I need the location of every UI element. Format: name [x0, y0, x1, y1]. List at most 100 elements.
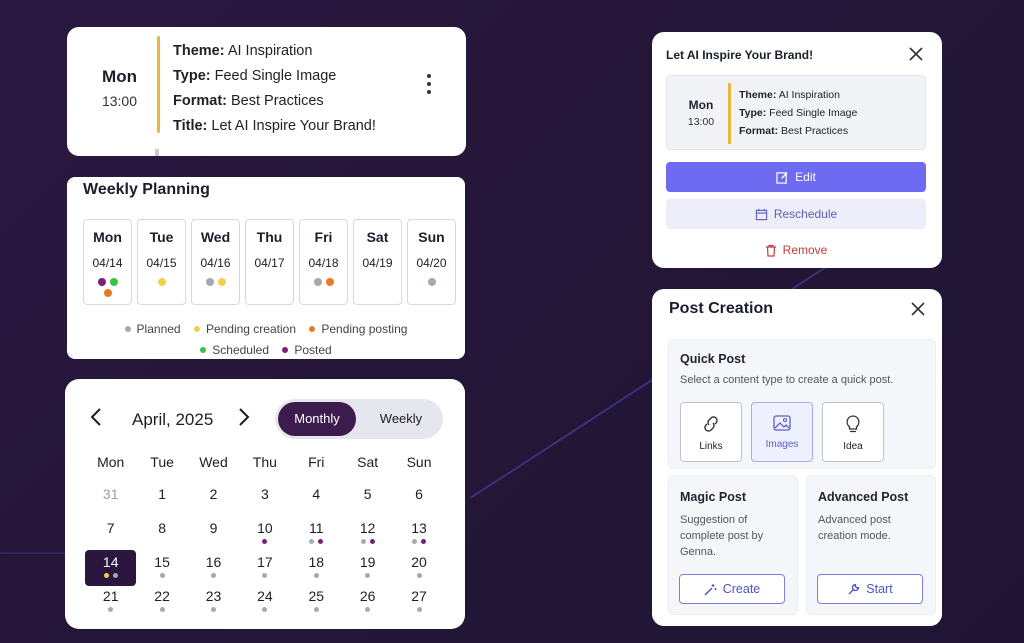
- legend-posted: Posted: [282, 340, 332, 359]
- chevron-right-icon[interactable]: [237, 407, 251, 427]
- advanced-post-title: Advanced Post: [818, 490, 909, 504]
- status-dot: [416, 607, 422, 612]
- legend-label: Planned: [136, 322, 181, 336]
- theme-value: AI Inspiration: [778, 89, 840, 101]
- calendar-day[interactable]: 5: [342, 481, 393, 515]
- calendar-day[interactable]: 19: [342, 549, 393, 583]
- view-weekly-button[interactable]: Weekly: [363, 402, 439, 436]
- calendar-day[interactable]: 17: [239, 549, 290, 583]
- posted-dot: [282, 347, 289, 353]
- day-number: 17: [257, 554, 273, 570]
- status-dots: [417, 278, 447, 286]
- post-creation-panel: Post Creation Quick Post Select a conten…: [652, 289, 942, 626]
- calendar-day[interactable]: 26: [342, 583, 393, 617]
- advanced-post-description: Advanced post creation mode.: [818, 514, 891, 542]
- images-option[interactable]: Images: [751, 402, 813, 462]
- calendar-day[interactable]: 25: [291, 583, 342, 617]
- reschedule-button[interactable]: Reschedule: [666, 199, 926, 229]
- day-number: 22: [154, 588, 170, 604]
- calendar-day[interactable]: 11: [291, 515, 342, 549]
- links-label: Links: [699, 441, 723, 452]
- weekday-card[interactable]: Mon 04/14: [83, 219, 132, 305]
- status-dot: [103, 289, 112, 297]
- calendar-day[interactable]: 9: [188, 515, 239, 549]
- weekday-card[interactable]: Sat 04/19: [353, 219, 402, 305]
- calendar-day[interactable]: 6: [393, 481, 444, 515]
- dialog-time: 13:00: [687, 116, 715, 128]
- calendar-day[interactable]: 18: [291, 549, 342, 583]
- close-icon[interactable]: [911, 302, 925, 316]
- view-monthly-button[interactable]: Monthly: [278, 402, 356, 436]
- calendar-day[interactable]: 13: [393, 515, 444, 549]
- theme-label: Theme:: [173, 43, 225, 59]
- status-dots: [239, 607, 290, 612]
- calendar-day[interactable]: 23: [188, 583, 239, 617]
- week-days: Mon 04/14 Tue 04/15 Wed 04/16 Thu 04/17 Fri 04/18…: [83, 219, 456, 305]
- calendar-icon: [755, 208, 767, 220]
- more-options-icon[interactable]: [425, 74, 433, 94]
- legend-label: Pending creation: [205, 322, 297, 336]
- idea-option[interactable]: Idea: [822, 402, 884, 462]
- calendar-day-selected[interactable]: 14: [85, 549, 137, 586]
- type-value: Feed Single Image: [214, 68, 337, 84]
- calendar-day[interactable]: 24: [239, 583, 290, 617]
- calendar-day[interactable]: 15: [136, 549, 187, 583]
- calendar-day[interactable]: 16: [188, 549, 239, 583]
- weekday-header: Sat: [357, 454, 379, 470]
- idea-label: Idea: [843, 441, 863, 452]
- calendar-day[interactable]: 8: [136, 515, 187, 549]
- status-dots: [188, 573, 239, 578]
- weekday-name: Fri: [314, 229, 333, 245]
- images-label: Images: [765, 439, 799, 450]
- links-option[interactable]: Links: [680, 402, 742, 462]
- calendar-day[interactable]: 20: [393, 549, 444, 583]
- calendar-day[interactable]: 4: [291, 481, 342, 515]
- weekday-card[interactable]: Sun 04/20: [407, 219, 456, 305]
- scheduled-post-card[interactable]: Mon 13:00 Theme: AI Inspiration Type: Fe…: [67, 27, 466, 156]
- scroll-indicator: [155, 149, 159, 156]
- weekday-card[interactable]: Tue 04/15: [137, 219, 186, 305]
- create-button[interactable]: Create: [679, 574, 785, 604]
- weekday-header: Sun: [406, 454, 432, 470]
- start-button[interactable]: Start: [817, 574, 923, 604]
- calendar-day[interactable]: 12: [342, 515, 393, 549]
- weekday-date: 04/14: [92, 256, 123, 270]
- day-number: 2: [209, 486, 218, 502]
- weekday-date: 04/20: [416, 256, 447, 270]
- weekday-card[interactable]: Fri 04/18: [299, 219, 348, 305]
- weekday-card[interactable]: Thu 04/17: [245, 219, 294, 305]
- format-label: Format:: [739, 125, 779, 137]
- quick-post-description: Select a content type to create a quick …: [680, 374, 894, 386]
- calendar-day[interactable]: 2: [188, 481, 239, 515]
- calendar-day[interactable]: 3: [239, 481, 290, 515]
- calendar-day[interactable]: 27: [393, 583, 444, 617]
- pending-creation-dot: [193, 326, 200, 332]
- calendar-day[interactable]: 10: [239, 515, 290, 549]
- close-icon[interactable]: [909, 47, 923, 61]
- weekday-name: Sat: [366, 229, 389, 245]
- day-number: 14: [102, 554, 119, 570]
- weekday-name: Thu: [256, 229, 283, 245]
- calendar-day[interactable]: 1: [136, 481, 187, 515]
- status-dots: [342, 539, 393, 544]
- create-label: Create: [722, 582, 761, 596]
- chevron-left-icon[interactable]: [89, 407, 103, 427]
- format-value: Best Practices: [781, 125, 849, 137]
- quick-post-section: Quick Post Select a content type to crea…: [668, 339, 936, 469]
- edit-button[interactable]: Edit: [666, 162, 926, 192]
- status-dot: [159, 607, 165, 612]
- calendar-day[interactable]: 31: [85, 481, 136, 515]
- planned-dot: [124, 326, 131, 332]
- calendar-day[interactable]: 22: [136, 583, 187, 617]
- weekday-date: 04/19: [362, 256, 393, 270]
- edit-label: Edit: [795, 170, 816, 184]
- type-label: Type:: [739, 107, 767, 119]
- calendar-day[interactable]: 7: [85, 515, 136, 549]
- remove-button[interactable]: Remove: [666, 236, 926, 264]
- status-dot: [416, 573, 422, 578]
- link-icon: [704, 416, 718, 432]
- status-dot: [108, 607, 114, 612]
- status-dot: [325, 278, 334, 286]
- weekday-card[interactable]: Wed 04/16: [191, 219, 240, 305]
- calendar-day[interactable]: 21: [85, 583, 136, 617]
